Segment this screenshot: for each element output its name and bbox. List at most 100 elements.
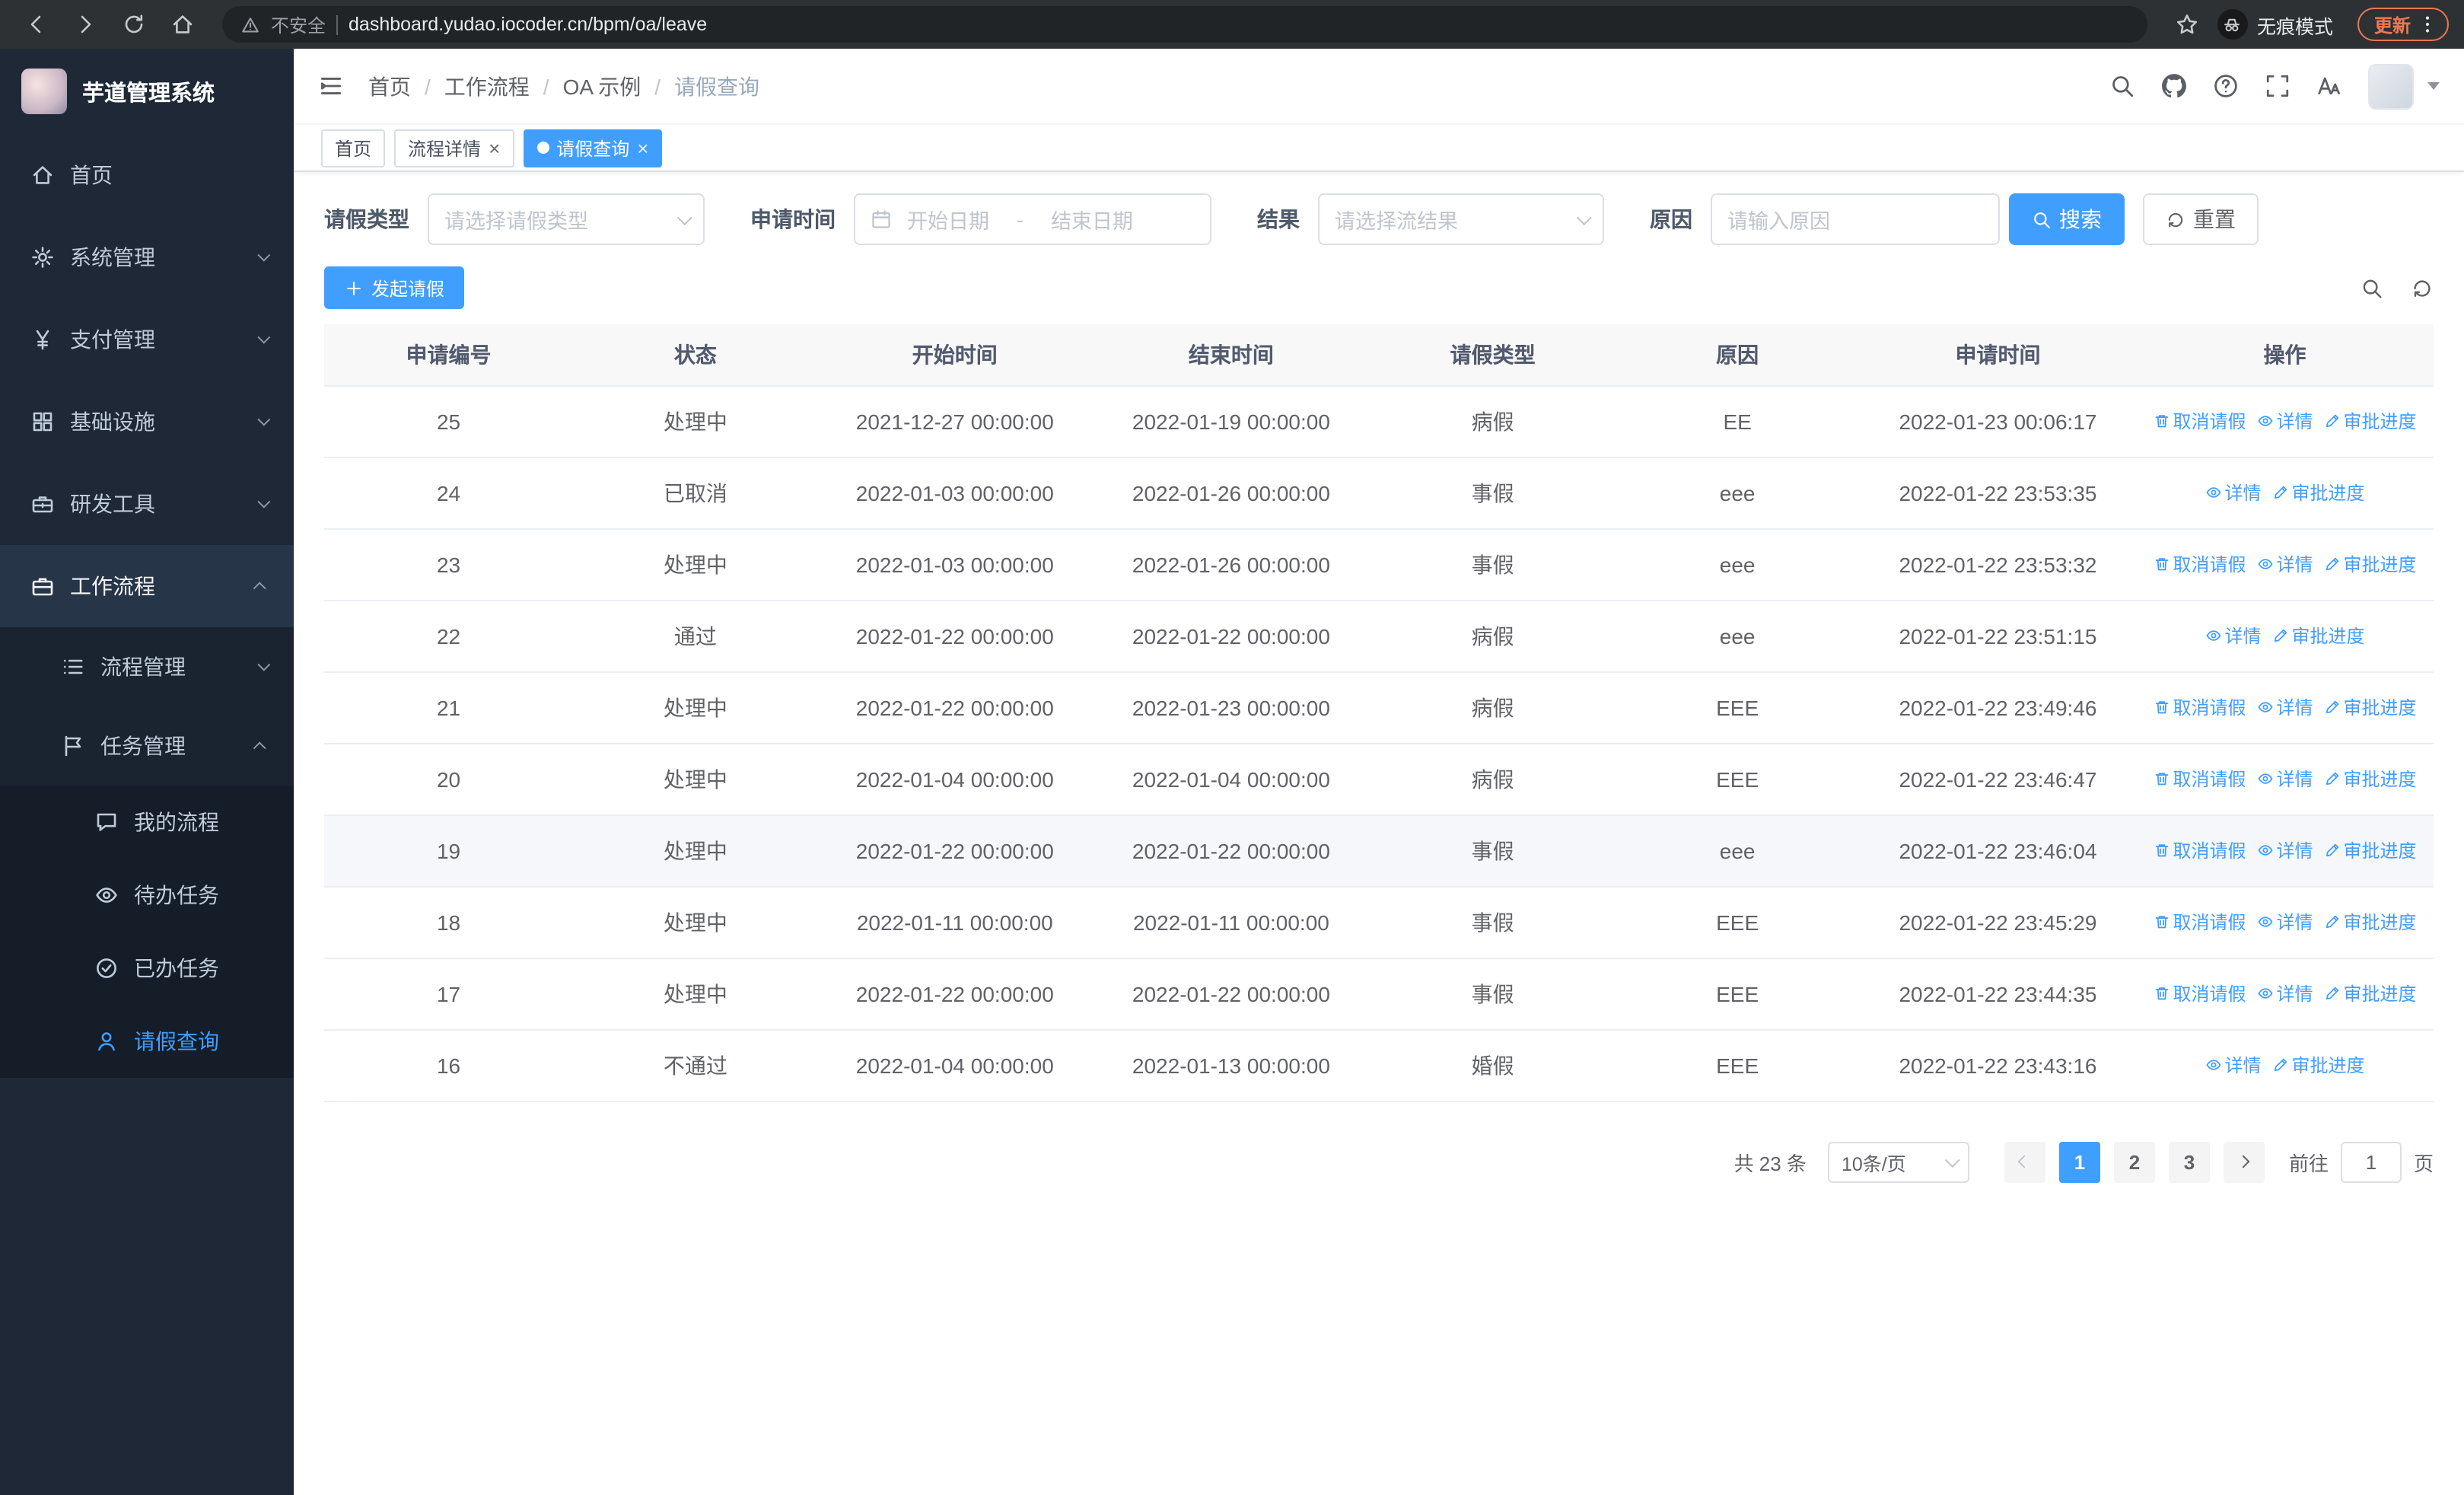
action-cancel[interactable]: 取消请假 [2153, 551, 2246, 577]
help-icon[interactable] [2213, 73, 2239, 99]
create-leave-button[interactable]: 发起请假 [324, 266, 465, 309]
table-refresh-icon[interactable] [2411, 276, 2434, 299]
sidebar-item-infra[interactable]: 基础设施 [0, 381, 294, 463]
address-bar[interactable]: 不安全 dashboard.yudao.iocoder.cn/bpm/oa/le… [222, 6, 2147, 43]
apply-time-range-picker[interactable]: 开始日期 - 结束日期 [854, 193, 1211, 245]
cell-status: 处理中 [573, 385, 818, 457]
table-row[interactable]: 24 已取消 2022-01-03 00:00:00 2022-01-26 00:00… [324, 457, 2434, 529]
sidebar-item-leave-query[interactable]: 请假查询 [0, 1005, 294, 1078]
table-row[interactable]: 16 不通过 2022-01-04 00:00:00 2022-01-13 00:00… [324, 1029, 2434, 1101]
prev-page-button[interactable] [2004, 1141, 2045, 1182]
action-detail[interactable]: 详情 [2257, 694, 2313, 720]
table-row[interactable]: 17 处理中 2022-01-22 00:00:00 2022-01-22 00:00… [324, 958, 2434, 1030]
action-progress[interactable]: 审批进度 [2324, 694, 2417, 720]
cell-end: 2022-01-11 00:00:00 [1091, 886, 1370, 958]
chevron-down-icon [257, 330, 271, 344]
sidebar-collapse-icon[interactable] [318, 73, 344, 99]
sidebar-item-task-mgmt[interactable]: 任务管理 [0, 706, 294, 786]
breadcrumb-item[interactable]: 首页 [368, 71, 411, 101]
action-detail[interactable]: 详情 [2205, 480, 2262, 505]
action-progress[interactable]: 审批进度 [2272, 623, 2365, 649]
fullscreen-icon[interactable] [2265, 73, 2291, 99]
action-progress[interactable]: 审批进度 [2324, 551, 2417, 577]
sidebar-item-payment[interactable]: 支付管理 [0, 298, 294, 381]
eye-icon [94, 883, 119, 907]
action-label: 详情 [2276, 983, 2313, 1005]
tab-1[interactable]: 流程详情 × [394, 129, 514, 167]
leave-type-select[interactable]: 请选择请假类型 [428, 193, 705, 245]
sidebar-item-process-mgmt[interactable]: 流程管理 [0, 627, 294, 706]
sidebar-item-home[interactable]: 首页 [0, 134, 294, 216]
breadcrumb-separator: / [425, 74, 431, 98]
page-button-1[interactable]: 1 [2058, 1141, 2100, 1182]
action-detail[interactable]: 详情 [2205, 1052, 2262, 1078]
action-progress[interactable]: 审批进度 [2324, 408, 2417, 434]
action-label: 取消请假 [2173, 912, 2246, 933]
table-search-icon[interactable] [2361, 276, 2383, 299]
action-cancel[interactable]: 取消请假 [2153, 909, 2246, 935]
action-detail[interactable]: 详情 [2257, 766, 2313, 792]
breadcrumb-item[interactable]: 工作流程 [444, 71, 530, 101]
action-detail[interactable]: 详情 [2257, 837, 2313, 863]
page-button-3[interactable]: 3 [2168, 1141, 2210, 1182]
page-button-2[interactable]: 2 [2113, 1141, 2155, 1182]
search-button[interactable]: 搜索 [2009, 193, 2125, 245]
table-row[interactable]: 18 处理中 2022-01-11 00:00:00 2022-01-11 00:00… [324, 886, 2434, 958]
action-progress[interactable]: 审批进度 [2324, 980, 2417, 1006]
cell-start: 2022-01-22 00:00:00 [817, 671, 1092, 744]
reason-input[interactable]: 请输入原因 [1711, 193, 2000, 245]
browser-back-icon[interactable] [24, 12, 49, 37]
close-tab-icon[interactable]: × [489, 138, 500, 158]
font-size-icon[interactable] [2316, 73, 2342, 99]
action-progress[interactable]: 审批进度 [2324, 909, 2417, 935]
action-progress[interactable]: 审批进度 [2324, 766, 2417, 792]
browser-forward-icon[interactable] [73, 12, 97, 37]
table-row[interactable]: 22 通过 2022-01-22 00:00:00 2022-01-22 00:00:… [324, 600, 2434, 672]
header-search-icon[interactable] [2109, 73, 2135, 99]
table-row[interactable]: 25 处理中 2021-12-27 00:00:00 2022-01-19 00:00… [324, 385, 2434, 457]
table-row[interactable]: 19 处理中 2022-01-22 00:00:00 2022-01-22 00:00… [324, 814, 2434, 887]
action-cancel[interactable]: 取消请假 [2153, 980, 2246, 1006]
action-detail[interactable]: 详情 [2257, 909, 2313, 935]
user-avatar[interactable] [2368, 63, 2414, 109]
github-icon[interactable] [2161, 73, 2187, 99]
tab-2[interactable]: 请假查询 × [523, 129, 663, 167]
bookmark-star-icon[interactable] [2175, 12, 2199, 37]
update-button[interactable]: 更新 [2357, 8, 2449, 41]
sidebar-item-devtools[interactable]: 研发工具 [0, 463, 294, 545]
action-progress[interactable]: 审批进度 [2324, 837, 2417, 863]
next-page-button[interactable] [2223, 1141, 2265, 1182]
action-detail[interactable]: 详情 [2257, 551, 2313, 577]
breadcrumb-item[interactable]: OA 示例 [563, 71, 641, 101]
action-label: 详情 [2276, 411, 2313, 432]
page-size-select[interactable]: 10条/页 [1827, 1141, 1969, 1182]
action-progress[interactable]: 审批进度 [2272, 1052, 2365, 1078]
action-detail[interactable]: 详情 [2257, 408, 2313, 434]
sidebar-item-workflow[interactable]: 工作流程 [0, 545, 294, 627]
sidebar-item-todo-task[interactable]: 待办任务 [0, 859, 294, 932]
close-tab-icon[interactable]: × [637, 138, 648, 158]
table-row[interactable]: 21 处理中 2022-01-22 00:00:00 2022-01-23 00:00… [324, 671, 2434, 744]
reset-button[interactable]: 重置 [2143, 193, 2259, 245]
action-cancel[interactable]: 取消请假 [2153, 837, 2246, 863]
cell-type: 病假 [1370, 743, 1616, 815]
sidebar-item-done-task[interactable]: 已办任务 [0, 932, 294, 1005]
tab-0[interactable]: 首页 [321, 129, 386, 167]
action-cancel[interactable]: 取消请假 [2153, 694, 2246, 720]
result-select[interactable]: 请选择流结果 [1318, 193, 1604, 245]
action-detail[interactable]: 详情 [2257, 980, 2313, 1006]
browser-menu-icon[interactable] [2417, 14, 2438, 35]
goto-page-input[interactable] [2340, 1141, 2402, 1182]
browser-reload-icon[interactable] [122, 12, 146, 37]
table-row[interactable]: 20 处理中 2022-01-04 00:00:00 2022-01-04 00:00… [324, 743, 2434, 815]
action-cancel[interactable]: 取消请假 [2153, 408, 2246, 434]
sidebar-item-my-process[interactable]: 我的流程 [0, 786, 294, 859]
table-row[interactable]: 23 处理中 2022-01-03 00:00:00 2022-01-26 00:00… [324, 528, 2434, 601]
action-progress[interactable]: 审批进度 [2272, 480, 2365, 505]
browser-home-icon[interactable] [170, 12, 195, 37]
flag-icon [61, 734, 85, 758]
action-cancel[interactable]: 取消请假 [2153, 766, 2246, 792]
action-detail[interactable]: 详情 [2205, 623, 2262, 649]
sidebar-item-system[interactable]: 系统管理 [0, 216, 294, 298]
avatar-caret-icon[interactable] [2427, 82, 2440, 90]
